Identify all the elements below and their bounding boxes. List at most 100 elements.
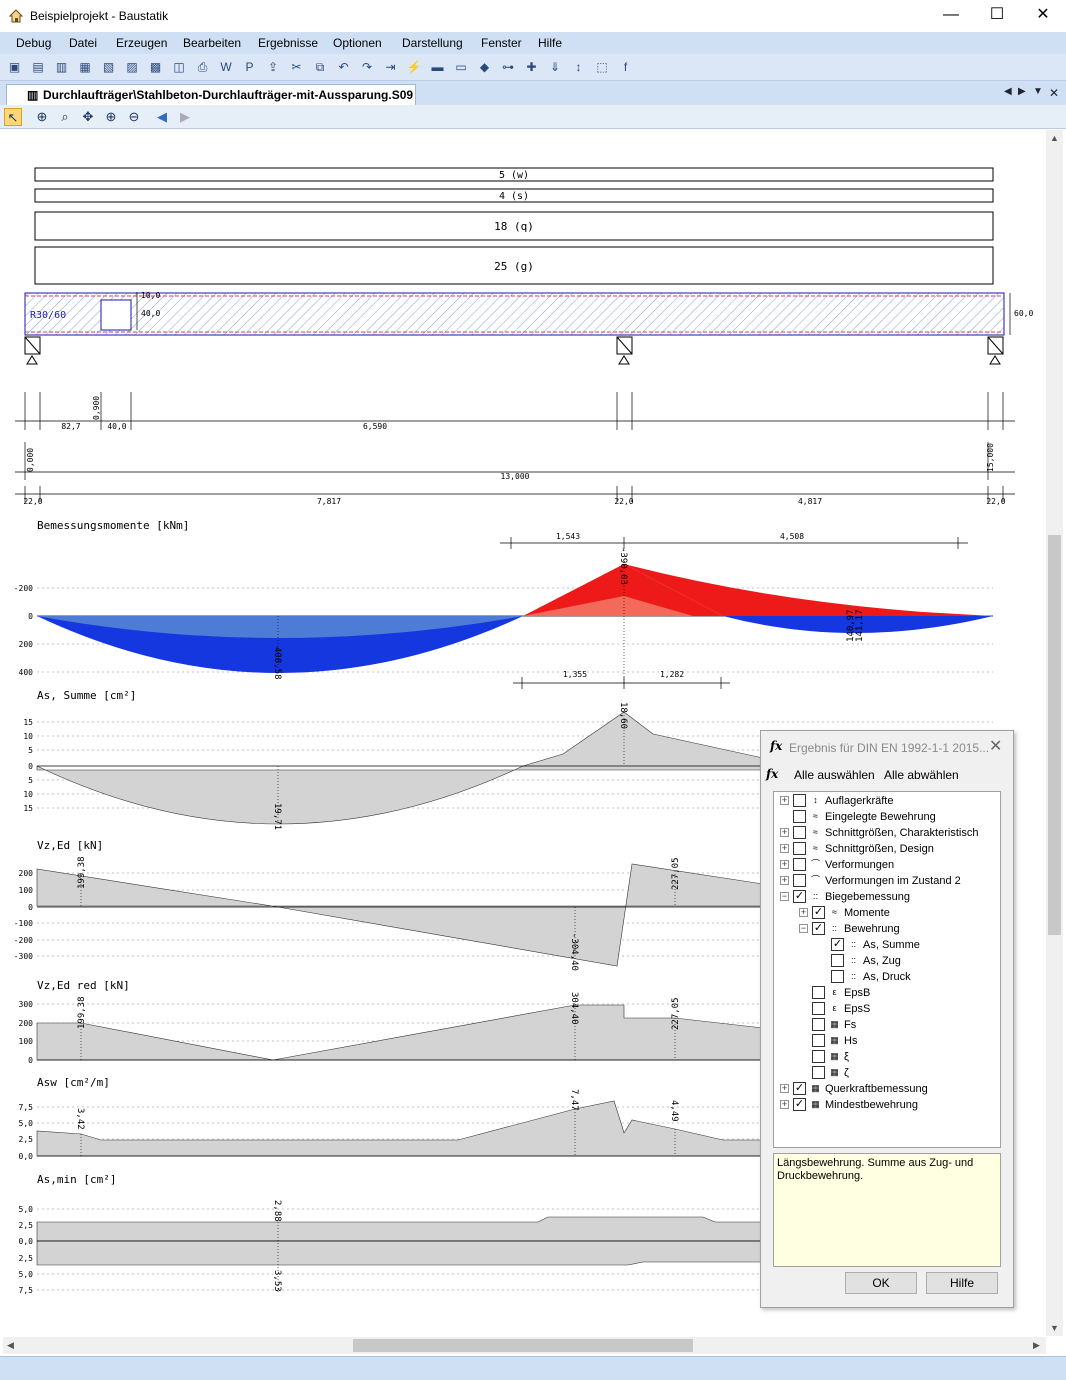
save-as-icon[interactable]: ▦ xyxy=(77,59,94,76)
tree-checkbox[interactable]: ✓ xyxy=(812,922,825,935)
horizontal-scroll-thumb[interactable] xyxy=(353,1339,693,1352)
support-right[interactable] xyxy=(987,336,1004,365)
select-all-button[interactable]: Alle auswählen xyxy=(794,768,875,782)
dialog-close-icon[interactable]: ✕ xyxy=(989,736,1002,756)
dimension-icon[interactable]: ↕ xyxy=(570,59,587,76)
zoom-page-icon[interactable]: ◫ xyxy=(171,59,188,76)
tab-close-icon[interactable]: ✕ xyxy=(1049,86,1059,100)
tree-checkbox[interactable] xyxy=(793,810,806,823)
select-pointer-icon[interactable]: ↖ xyxy=(4,108,22,126)
tree-checkbox[interactable]: ✓ xyxy=(793,890,806,903)
pdf-icon[interactable]: P xyxy=(241,59,258,76)
tree-checkbox[interactable] xyxy=(812,1034,825,1047)
ok-button[interactable]: OK xyxy=(845,1272,917,1294)
scroll-down-icon[interactable]: ▼ xyxy=(1050,1323,1059,1333)
vertical-scrollbar[interactable]: ▲ ▼ xyxy=(1046,130,1063,1336)
tree-checkbox[interactable]: ✓ xyxy=(831,938,844,951)
tree-checkbox[interactable]: ✓ xyxy=(793,1098,806,1111)
expand-icon[interactable]: + xyxy=(780,844,789,853)
pan-icon[interactable]: ✥ xyxy=(79,108,97,126)
tab-next-icon[interactable]: ▶ xyxy=(1018,86,1026,97)
tree-checkbox[interactable] xyxy=(831,970,844,983)
tree-checkbox[interactable] xyxy=(812,1050,825,1063)
zoom-out-icon[interactable]: ⊖ xyxy=(125,108,143,126)
horizontal-scrollbar[interactable]: ◀ ▶ xyxy=(3,1337,1046,1354)
tree-checkbox[interactable] xyxy=(831,954,844,967)
forward-icon[interactable]: ▶ xyxy=(176,108,194,126)
maximize-button[interactable]: ☐ xyxy=(974,0,1020,32)
scroll-up-icon[interactable]: ▲ xyxy=(1050,133,1059,143)
zoom-window-icon[interactable]: ⌕ xyxy=(56,108,74,126)
redo-icon[interactable]: ↷ xyxy=(359,59,376,76)
menu-fenster[interactable]: Fenster xyxy=(481,36,522,50)
tree-checkbox[interactable] xyxy=(793,826,806,839)
tree-checkbox[interactable] xyxy=(812,986,825,999)
tree-checkbox[interactable] xyxy=(812,1002,825,1015)
word-icon[interactable]: W xyxy=(218,59,235,76)
help-button[interactable]: Hilfe xyxy=(926,1272,998,1294)
section-icon[interactable]: ▭ xyxy=(453,59,470,76)
expand-icon[interactable]: + xyxy=(780,1100,789,1109)
zoom-all-icon[interactable]: ⊕ xyxy=(33,108,51,126)
copy-doc-icon[interactable]: ▧ xyxy=(100,59,117,76)
cut-icon[interactable]: ✂ xyxy=(288,59,305,76)
tree-checkbox[interactable]: ✓ xyxy=(793,1082,806,1095)
page-icon[interactable]: ▨ xyxy=(124,59,141,76)
menu-debug[interactable]: Debug xyxy=(16,36,51,50)
menu-bearbeiten[interactable]: Bearbeiten xyxy=(183,36,241,50)
tab-list-icon[interactable]: ▼ xyxy=(1033,86,1043,97)
vertical-scroll-thumb[interactable] xyxy=(1048,535,1061,935)
tree-checkbox[interactable] xyxy=(793,794,806,807)
beam-icon[interactable]: ▬ xyxy=(429,59,446,76)
document-tab[interactable]: ▥ Durchlaufträger\Stahlbeton-Durchlauftr… xyxy=(6,84,416,105)
minimize-button[interactable]: — xyxy=(928,0,974,32)
tree-checkbox[interactable] xyxy=(793,842,806,855)
menu-ergebnisse[interactable]: Ergebnisse xyxy=(258,36,318,50)
menu-optionen[interactable]: Optionen xyxy=(333,36,382,50)
result-tree[interactable]: + ↕ Auflagerkräfte ≈ Eingelegte Bewehrung + ≈ S… xyxy=(773,791,1001,1148)
expand-icon[interactable]: + xyxy=(780,828,789,837)
tree-checkbox[interactable] xyxy=(812,1066,825,1079)
expand-icon[interactable]: + xyxy=(780,860,789,869)
scroll-left-icon[interactable]: ◀ xyxy=(7,1340,14,1351)
grid-icon[interactable]: ⬚ xyxy=(594,59,611,76)
print-icon[interactable]: ⎙ xyxy=(194,59,211,76)
menu-datei[interactable]: Datei xyxy=(69,36,97,50)
calculate-icon[interactable]: ⚡ xyxy=(406,59,423,76)
new-icon[interactable]: ▣ xyxy=(6,59,23,76)
menu-darstellung[interactable]: Darstellung xyxy=(402,36,463,50)
scroll-right-icon[interactable]: ▶ xyxy=(1033,1340,1040,1351)
save-icon[interactable]: ▥ xyxy=(53,59,70,76)
support-left[interactable] xyxy=(24,336,41,365)
undo-icon[interactable]: ↶ xyxy=(335,59,352,76)
back-icon[interactable]: ◀ xyxy=(153,108,171,126)
preview-icon[interactable]: ▩ xyxy=(147,59,164,76)
move-icon[interactable]: ⇥ xyxy=(382,59,399,76)
collapse-icon[interactable]: − xyxy=(780,892,789,901)
tab-prev-icon[interactable]: ◀ xyxy=(1004,86,1012,97)
joint-icon[interactable]: ✚ xyxy=(523,59,540,76)
copy-icon[interactable]: ⧉ xyxy=(312,59,329,76)
fx-icon[interactable]: f xyxy=(617,59,634,76)
collapse-icon[interactable]: − xyxy=(799,924,808,933)
pointload-icon[interactable]: ⇓ xyxy=(547,59,564,76)
expand-icon[interactable]: + xyxy=(780,796,789,805)
beam[interactable]: R30/60 10,0 40,0 60,0 xyxy=(24,291,1033,336)
menu-hilfe[interactable]: Hilfe xyxy=(538,36,562,50)
support-icon[interactable]: ◆ xyxy=(476,59,493,76)
zoom-in-icon[interactable]: ⊕ xyxy=(102,108,120,126)
expand-icon[interactable]: + xyxy=(780,1084,789,1093)
close-button[interactable]: ✕ xyxy=(1020,0,1066,32)
deselect-all-button[interactable]: Alle abwählen xyxy=(884,768,959,782)
tree-checkbox[interactable]: ✓ xyxy=(812,906,825,919)
save-all-icon[interactable]: ▤ xyxy=(30,59,47,76)
load-icon[interactable]: ⊶ xyxy=(500,59,517,76)
expand-icon[interactable]: + xyxy=(780,876,789,885)
tree-checkbox[interactable] xyxy=(793,858,806,871)
expand-icon[interactable]: + xyxy=(799,908,808,917)
export-icon[interactable]: ⇪ xyxy=(265,59,282,76)
menu-erzeugen[interactable]: Erzeugen xyxy=(116,36,167,50)
tree-checkbox[interactable] xyxy=(793,874,806,887)
tree-checkbox[interactable] xyxy=(812,1018,825,1031)
support-middle[interactable] xyxy=(616,336,633,365)
